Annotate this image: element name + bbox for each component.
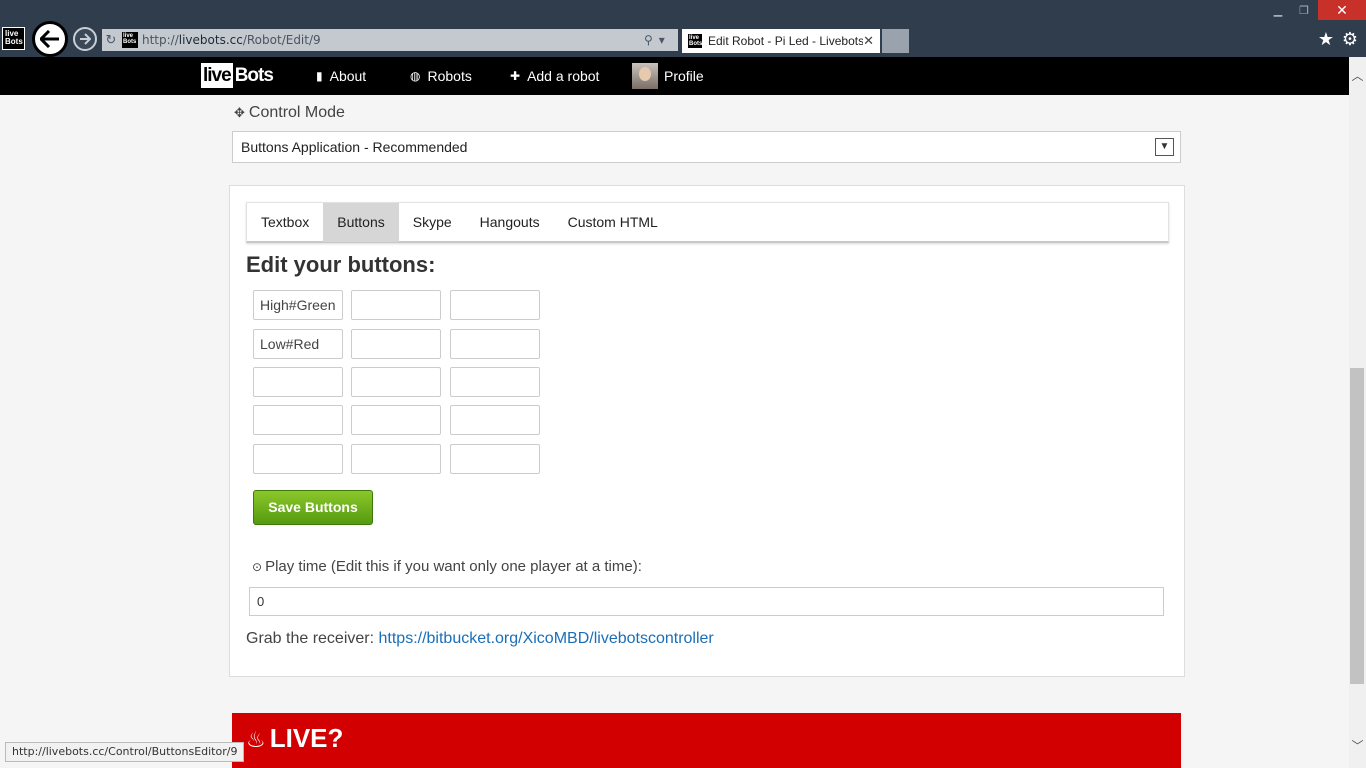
button-input-r4c2[interactable] xyxy=(351,405,441,435)
tab-custom-html[interactable]: Custom HTML xyxy=(554,203,672,242)
button-input-r1c1[interactable] xyxy=(253,290,343,320)
page-scrollbar[interactable]: ︿ ﹀ xyxy=(1349,57,1366,768)
search-icon[interactable]: ⚲ xyxy=(644,33,653,47)
refresh-icon[interactable]: ↻ xyxy=(102,32,120,48)
site-navbar: live Bots ▮ About ◍ Robots ✚ Add a robot … xyxy=(0,57,1349,95)
button-input-r3c2[interactable] xyxy=(351,367,441,397)
back-arrow-icon xyxy=(40,30,59,48)
scrollbar-thumb[interactable] xyxy=(1350,368,1364,684)
plus-icon: ✚ xyxy=(510,69,521,83)
dropdown-icon[interactable]: ▾ xyxy=(659,33,665,47)
status-bar-url: http://livebots.cc/Control/ButtonsEditor… xyxy=(5,742,245,762)
button-input-r1c3[interactable] xyxy=(450,290,540,320)
button-input-r4c3[interactable] xyxy=(450,405,540,435)
tab-close-icon[interactable]: ✕ xyxy=(863,33,874,49)
button-input-r3c3[interactable] xyxy=(450,367,540,397)
app-icon[interactable]: live Bots xyxy=(2,27,25,50)
site-logo[interactable]: live Bots xyxy=(201,63,275,88)
bookmark-icon: ▮ xyxy=(316,69,323,83)
nav-profile[interactable]: Profile xyxy=(632,57,704,95)
buttons-editor-panel: Textbox Buttons Skype Hangouts Custom HT… xyxy=(229,185,1185,677)
button-input-r5c1[interactable] xyxy=(253,444,343,474)
button-input-r1c2[interactable] xyxy=(351,290,441,320)
button-input-r2c3[interactable] xyxy=(450,329,540,359)
forward-arrow-icon xyxy=(80,33,91,45)
button-input-r5c2[interactable] xyxy=(351,444,441,474)
browser-tab[interactable]: live Bots Edit Robot - Pi Led - Livebots… xyxy=(682,29,880,53)
playtime-input[interactable]: 0 xyxy=(249,587,1164,616)
clock-icon: ⊙ xyxy=(252,560,263,574)
browser-chrome: live Bots ↻ live Bots http://livebots.cc/… xyxy=(0,0,1366,57)
minimize-icon[interactable]: ▁ xyxy=(1266,0,1290,20)
tab-buttons[interactable]: Buttons xyxy=(323,203,399,242)
edit-buttons-title: Edit your buttons: xyxy=(246,252,436,277)
new-tab-button[interactable] xyxy=(882,29,909,53)
tab-hangouts[interactable]: Hangouts xyxy=(466,203,554,242)
chevron-down-icon[interactable]: ▼ xyxy=(1155,138,1174,156)
nav-add-robot[interactable]: ✚ Add a robot xyxy=(510,57,599,95)
playtime-label: ⊙ Play time (Edit this if you want only o… xyxy=(252,558,642,575)
control-mode-label: ✥ Control Mode xyxy=(234,104,345,121)
control-mode-select[interactable]: Buttons Application - Recommended ▼ xyxy=(232,131,1181,163)
tab-skype[interactable]: Skype xyxy=(399,203,466,242)
favorites-star-icon[interactable]: ★ xyxy=(1316,29,1336,49)
scroll-up-icon[interactable]: ︿ xyxy=(1349,67,1366,84)
nav-about[interactable]: ▮ About xyxy=(316,57,366,95)
forward-button[interactable] xyxy=(73,27,97,51)
globe-icon: ◍ xyxy=(410,69,421,83)
url-text[interactable]: http://livebots.cc/Robot/Edit/9 xyxy=(142,33,644,47)
mode-tabs: Textbox Buttons Skype Hangouts Custom HT… xyxy=(246,202,1169,243)
tab-favicon-icon: live Bots xyxy=(688,34,703,48)
live-label: LIVE? xyxy=(269,723,344,753)
close-window-icon[interactable]: ✕ xyxy=(1318,0,1366,20)
address-bar[interactable]: ↻ live Bots http://livebots.cc/Robot/Edi… xyxy=(102,29,678,51)
button-input-r3c1[interactable] xyxy=(253,367,343,397)
button-input-r2c1[interactable] xyxy=(253,329,343,359)
restore-icon[interactable]: ❐ xyxy=(1292,0,1316,20)
tab-textbox[interactable]: Textbox xyxy=(247,203,323,242)
site-favicon-icon: live Bots xyxy=(122,32,138,48)
button-input-r2c2[interactable] xyxy=(351,329,441,359)
receiver-link[interactable]: https://bitbucket.org/XicoMBD/livebotsco… xyxy=(379,630,714,647)
avatar xyxy=(632,63,658,89)
tab-title: Edit Robot - Pi Led - Livebots xyxy=(708,34,864,48)
button-input-r5c3[interactable] xyxy=(450,444,540,474)
receiver-text: Grab the receiver: https://bitbucket.org… xyxy=(246,630,714,647)
settings-gear-icon[interactable]: ⚙ xyxy=(1340,29,1360,49)
scroll-down-icon[interactable]: ﹀ xyxy=(1349,737,1366,754)
back-button[interactable] xyxy=(32,21,68,57)
nav-robots[interactable]: ◍ Robots xyxy=(410,57,472,95)
live-banner: ♨ LIVE? xyxy=(232,713,1181,768)
button-input-r4c1[interactable] xyxy=(253,405,343,435)
fire-icon: ♨ xyxy=(246,727,266,752)
save-buttons-button[interactable]: Save Buttons xyxy=(253,490,373,525)
move-icon: ✥ xyxy=(234,105,245,120)
